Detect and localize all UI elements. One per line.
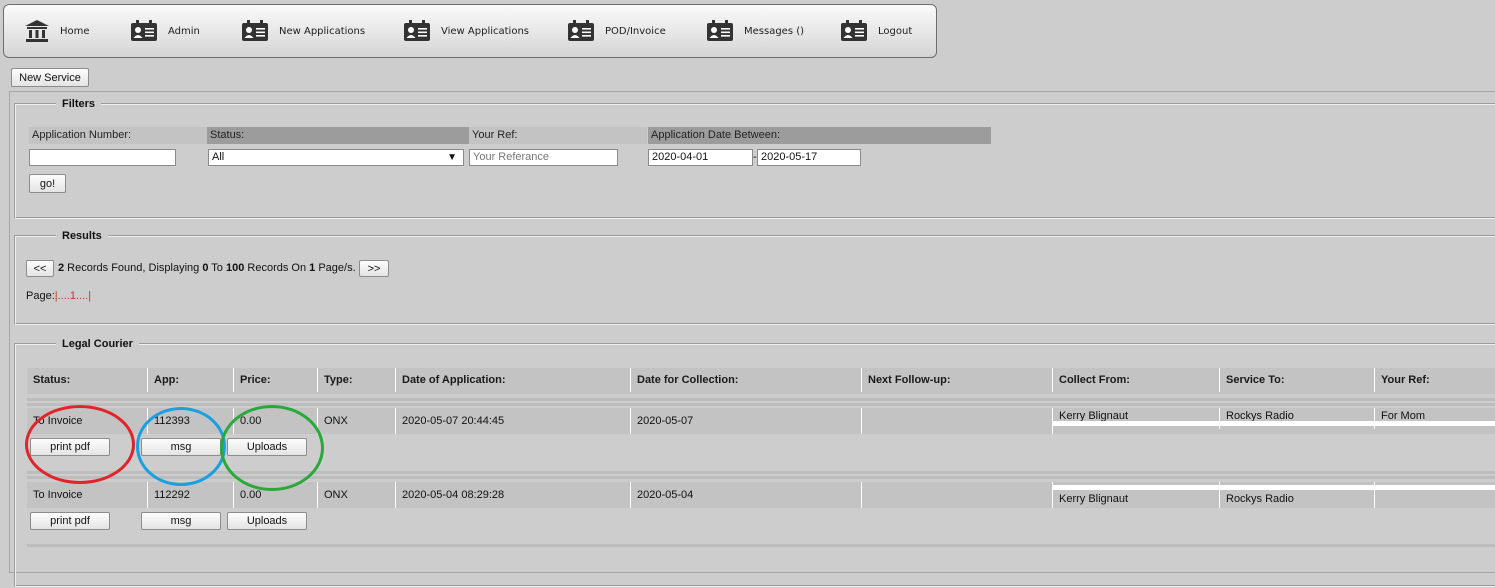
- cell-date-collection: 2020-05-04: [631, 482, 862, 508]
- col-next-followup: Next Follow-up:: [862, 368, 1053, 392]
- cell-date-application: 2020-05-04 08:29:28: [396, 482, 631, 508]
- pagination: Page:|....1....|: [26, 289, 91, 303]
- col-status: Status:: [27, 368, 148, 392]
- next-page-button[interactable]: >>: [359, 260, 389, 277]
- id-card-icon: [568, 20, 594, 41]
- nav-label-messages: Messages (): [744, 25, 805, 37]
- cell-price: 0.00: [234, 482, 318, 508]
- main-panel: Filters Application Number: Status: Your…: [9, 91, 1495, 587]
- cell-next-followup: [862, 482, 1053, 508]
- page-links-end[interactable]: ....|: [76, 290, 91, 302]
- status-select-value: All: [212, 151, 225, 163]
- row-divider: [27, 544, 1495, 547]
- cell-next-followup: [862, 408, 1053, 434]
- nav-admin[interactable]: Admin: [130, 20, 200, 42]
- page-links-start[interactable]: |....: [55, 290, 70, 302]
- nav-view-applications[interactable]: View Applications: [403, 20, 529, 42]
- redaction-bar: [1053, 421, 1495, 426]
- uploads-button[interactable]: Uploads: [227, 512, 307, 530]
- records-text: Records Found, Displaying: [64, 262, 203, 274]
- your-ref-input[interactable]: Your Referance: [469, 149, 618, 166]
- cell-type: ONX: [318, 408, 396, 434]
- go-button[interactable]: go!: [29, 174, 66, 193]
- table-row: To Invoice 112393 0.00 ONX 2020-05-07 20…: [27, 408, 1495, 434]
- cell-status: To Invoice: [27, 482, 148, 508]
- col-price: Price:: [234, 368, 318, 392]
- courier-table: Status: App: Price: Type: Date of Applic…: [27, 368, 1495, 588]
- row-actions: print pdf msg Uploads: [27, 508, 1495, 535]
- date-range-label: Application Date Between:: [648, 127, 991, 144]
- records-to-text: To: [208, 262, 226, 274]
- nav-label-logout: Logout: [878, 25, 913, 37]
- your-ref-label: Your Ref:: [469, 127, 647, 144]
- cell-app: 112393: [148, 408, 234, 434]
- results-fieldset: Results << 2 Records Found, Displaying 0…: [14, 229, 1495, 325]
- filters-fieldset: Filters Application Number: Status: Your…: [14, 97, 1495, 219]
- col-app: App:: [148, 368, 234, 392]
- id-card-icon: [841, 20, 867, 41]
- new-service-button[interactable]: New Service: [11, 68, 89, 87]
- id-card-icon: [404, 20, 430, 41]
- row-divider: [27, 471, 1495, 474]
- nav-label-pod-invoice: POD/Invoice: [605, 25, 666, 37]
- col-service-to: Service To:: [1220, 368, 1375, 392]
- prev-page-button[interactable]: <<: [26, 260, 54, 277]
- cell-status: To Invoice: [27, 408, 148, 434]
- row-divider: [27, 476, 1495, 479]
- legal-courier-legend: Legal Courier: [56, 337, 139, 351]
- table-header: Status: App: Price: Type: Date of Applic…: [27, 368, 1495, 394]
- status-label: Status:: [207, 127, 471, 144]
- nav-label-new-applications: New Applications: [279, 25, 366, 37]
- print-pdf-button[interactable]: print pdf: [30, 438, 110, 456]
- row-actions: print pdf msg Uploads: [27, 434, 1495, 461]
- bank-icon: [25, 20, 49, 42]
- col-type: Type:: [318, 368, 396, 392]
- nav-logout[interactable]: Logout: [840, 20, 912, 42]
- id-card-icon: [242, 20, 268, 41]
- print-pdf-button[interactable]: print pdf: [30, 512, 110, 530]
- nav-new-applications[interactable]: New Applications: [241, 20, 365, 42]
- redaction-bar: [1053, 485, 1495, 490]
- legal-courier-fieldset: Legal Courier Status: App: Price: Type: …: [14, 337, 1495, 588]
- cell-price: 0.00: [234, 408, 318, 434]
- cell-type: ONX: [318, 482, 396, 508]
- filters-legend: Filters: [56, 97, 102, 111]
- status-select[interactable]: All ▼: [208, 149, 464, 166]
- row-divider: [27, 398, 1495, 401]
- records-to: 100: [225, 262, 245, 274]
- cell-date-collection: 2020-05-07: [631, 408, 862, 434]
- your-ref-placeholder: Your Referance: [473, 151, 550, 163]
- date-to-input[interactable]: 2020-05-17: [757, 149, 861, 166]
- nav-pod-invoice[interactable]: POD/Invoice: [567, 20, 666, 42]
- results-legend: Results: [56, 229, 108, 243]
- nav-label-home: Home: [60, 25, 90, 37]
- col-your-ref: Your Ref:: [1375, 368, 1495, 392]
- col-collect-from: Collect From:: [1053, 368, 1220, 392]
- page-label: Page:: [26, 290, 55, 302]
- row-divider: [27, 403, 1495, 406]
- col-date-collection: Date for Collection:: [631, 368, 862, 392]
- cell-app: 112292: [148, 482, 234, 508]
- uploads-button[interactable]: Uploads: [227, 438, 307, 456]
- nav-home[interactable]: Home: [24, 20, 90, 42]
- msg-button[interactable]: msg: [141, 438, 221, 456]
- id-card-icon: [131, 20, 157, 41]
- nav-label-view-applications: View Applications: [441, 25, 529, 37]
- cell-date-application: 2020-05-07 20:44:45: [396, 408, 631, 434]
- app-number-input[interactable]: [29, 149, 176, 166]
- app-number-label: Application Number:: [29, 127, 207, 144]
- table-row: To Invoice 112292 0.00 ONX 2020-05-04 08…: [27, 482, 1495, 508]
- dropdown-arrow-icon: ▼: [447, 152, 457, 163]
- records-summary: 2 Records Found, Displaying 0 To 100 Rec…: [58, 260, 356, 277]
- col-date-application: Date of Application:: [396, 368, 631, 392]
- msg-button[interactable]: msg: [141, 512, 221, 530]
- records-on-text: Records On: [244, 262, 310, 274]
- date-from-input[interactable]: 2020-04-01: [648, 149, 753, 166]
- nav-messages[interactable]: Messages (): [706, 20, 804, 42]
- nav-label-admin: Admin: [168, 25, 200, 37]
- main-navbar: Home Admin New Applications View Applica…: [3, 4, 937, 58]
- id-card-icon: [707, 20, 733, 41]
- pages-suffix: Page/s.: [315, 262, 356, 274]
